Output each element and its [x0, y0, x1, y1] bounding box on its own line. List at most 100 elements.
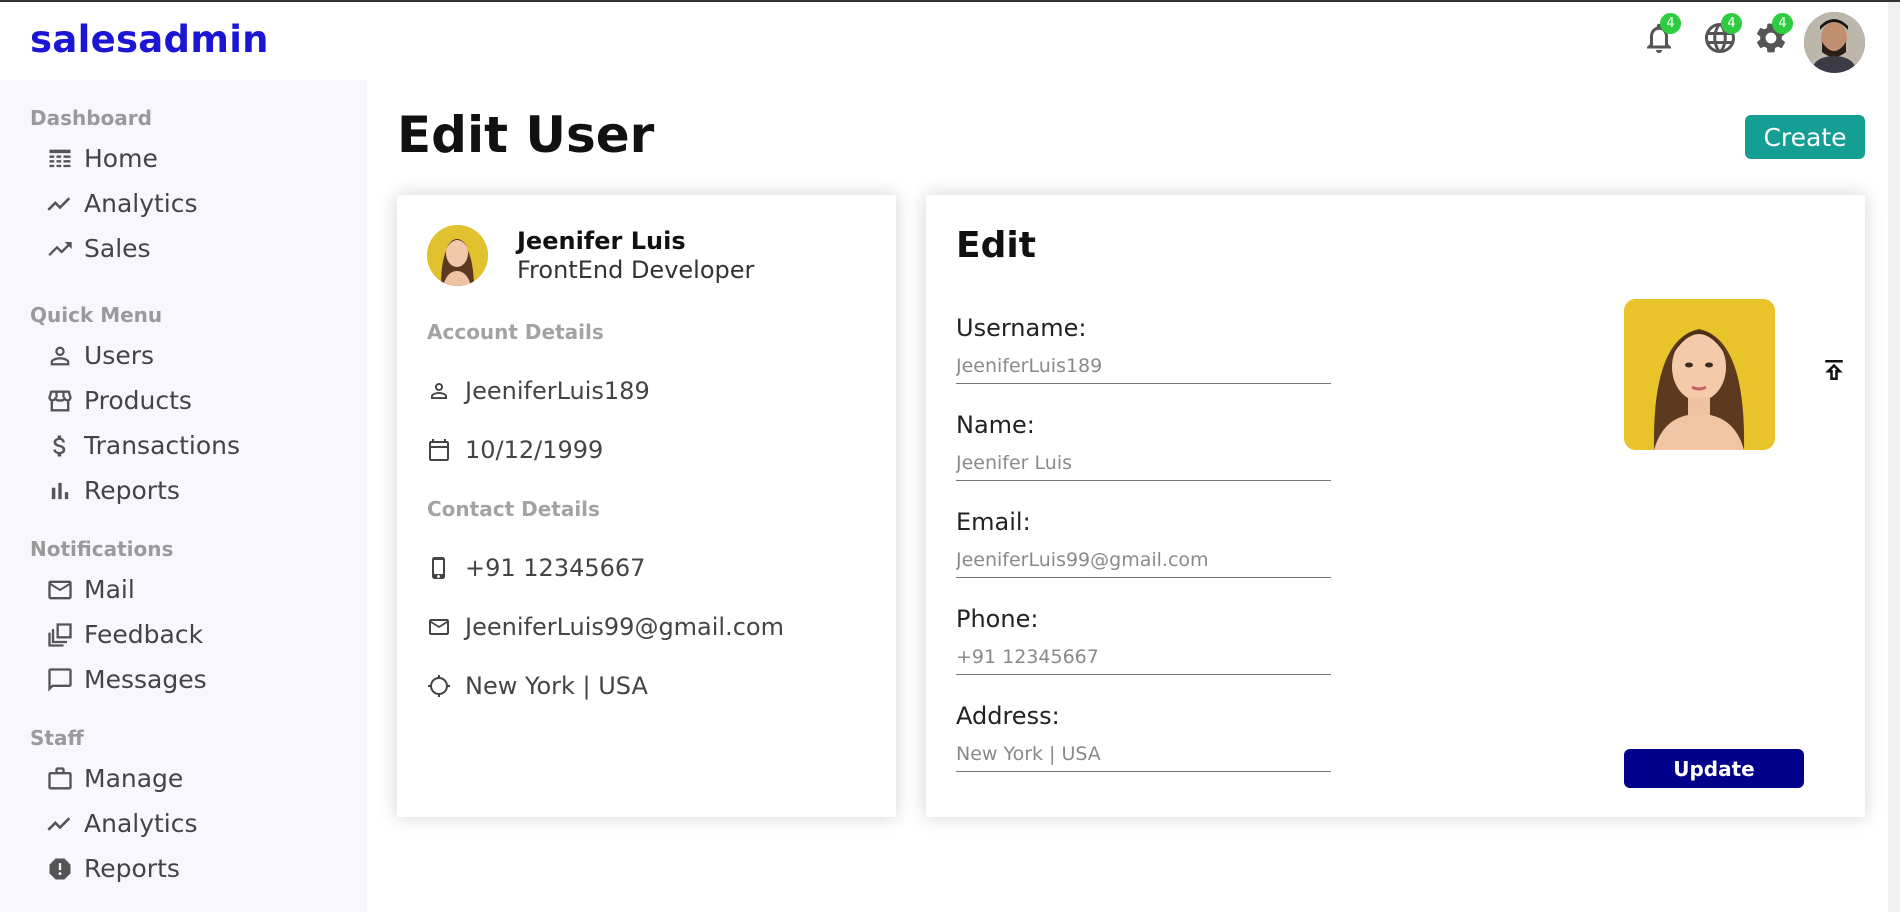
user-address-row: New York | USA: [427, 672, 648, 700]
sidebar-group-title: Staff: [30, 726, 84, 750]
sidebar-group-quick-menu: Quick Menu Users Products Transactions R…: [30, 303, 240, 513]
settings-badge: 4: [1772, 13, 1793, 34]
address-input[interactable]: [956, 730, 1331, 772]
sidebar-item-feedback[interactable]: Feedback: [30, 612, 207, 657]
sidebar-item-label: Reports: [84, 854, 180, 883]
account-details-title: Account Details: [427, 320, 604, 344]
sidebar-item-sales[interactable]: Sales: [30, 226, 198, 271]
email-field: Email:: [956, 508, 1331, 578]
timeline-icon: [46, 810, 74, 838]
sidebar-item-label: Reports: [84, 476, 180, 505]
storefront-icon: [46, 387, 74, 415]
user-job-title: FrontEnd Developer: [517, 256, 755, 284]
user-email: JeeniferLuis99@gmail.com: [465, 613, 784, 641]
sidebar-item-label: Analytics: [84, 189, 198, 218]
user-avatar: [427, 225, 488, 286]
dollar-icon: [46, 432, 74, 460]
language-badge: 4: [1721, 13, 1742, 34]
sidebar-group-notifications: Notifications Mail Feedback Messages: [30, 537, 207, 702]
sidebar-item-transactions[interactable]: Transactions: [30, 423, 240, 468]
username-input[interactable]: [956, 342, 1331, 384]
user-phone-row: +91 12345667: [427, 554, 645, 582]
sidebar-item-mail[interactable]: Mail: [30, 567, 207, 612]
user-username: JeeniferLuis189: [465, 377, 650, 405]
settings-button[interactable]: 4: [1753, 13, 1793, 56]
dashboard-icon: [46, 145, 74, 173]
sidebar-item-label: Transactions: [84, 431, 241, 460]
sidebar-item-messages[interactable]: Messages: [30, 657, 207, 702]
upload-button[interactable]: [1819, 355, 1849, 385]
sidebar-item-label: Home: [84, 144, 158, 173]
sidebar-item-label: Users: [84, 341, 155, 370]
mail-icon: [46, 576, 74, 604]
language-button[interactable]: 4: [1702, 13, 1742, 56]
sidebar-item-users[interactable]: Users: [30, 333, 240, 378]
publish-icon: [1825, 360, 1843, 380]
user-edit-card: Edit Username: Name: Email: Phone: Addre…: [926, 195, 1865, 817]
notification-badge: 4: [1660, 13, 1681, 34]
profile-avatar[interactable]: [1804, 12, 1865, 73]
bar-chart-icon: [46, 477, 74, 505]
email-input[interactable]: [956, 536, 1331, 578]
address-label: Address:: [956, 702, 1060, 730]
sidebar-item-analytics[interactable]: Analytics: [30, 181, 198, 226]
person-icon: [427, 379, 451, 403]
calendar-icon: [427, 438, 451, 462]
work-icon: [46, 765, 74, 793]
user-show-card: Jeenifer Luis FrontEnd Developer Account…: [397, 195, 896, 817]
sidebar-group-title: Notifications: [30, 537, 174, 561]
email-label: Email:: [956, 508, 1031, 536]
timeline-icon: [46, 190, 74, 218]
page-title: Edit User: [397, 106, 655, 164]
page-scrollbar[interactable]: [1888, 2, 1900, 912]
user-username-row: JeeniferLuis189: [427, 377, 650, 405]
user-address: New York | USA: [465, 672, 648, 700]
sidebar-item-label: Analytics: [84, 809, 198, 838]
person-icon: [46, 342, 74, 370]
edit-title: Edit: [956, 225, 1036, 266]
sidebar-item-label: Sales: [84, 234, 151, 263]
update-button[interactable]: Update: [1624, 749, 1804, 788]
sidebar-group-title: Quick Menu: [30, 303, 163, 327]
sidebar-group-title: Dashboard: [30, 106, 152, 130]
name-field: Name:: [956, 411, 1331, 481]
name-input[interactable]: [956, 439, 1331, 481]
sidebar-group-staff: Staff Manage Analytics Reports: [30, 726, 198, 891]
user-birthdate-row: 10/12/1999: [427, 436, 603, 464]
sidebar-item-label: Mail: [84, 575, 135, 604]
sidebar-item-label: Feedback: [84, 620, 204, 649]
address-field: Address:: [956, 702, 1331, 772]
dynamic-feed-icon: [46, 621, 74, 649]
topbar: salesadmin 4 4 4: [0, 2, 1900, 80]
trending-up-icon: [46, 235, 74, 263]
report-icon: [46, 855, 74, 883]
username-label: Username:: [956, 314, 1087, 342]
notifications-button[interactable]: 4: [1641, 13, 1681, 56]
chat-bubble-icon: [46, 666, 74, 694]
create-button[interactable]: Create: [1745, 115, 1865, 159]
sidebar-item-products[interactable]: Products: [30, 378, 240, 423]
mail-icon: [427, 615, 451, 639]
sidebar-item-staff-reports[interactable]: Reports: [30, 846, 198, 891]
sidebar-item-home[interactable]: Home: [30, 136, 198, 181]
sidebar-item-reports[interactable]: Reports: [30, 468, 240, 513]
sidebar-item-label: Products: [84, 386, 192, 415]
sidebar: Dashboard Home Analytics Sales Quick Men…: [0, 80, 367, 912]
sidebar-item-staff-analytics[interactable]: Analytics: [30, 801, 198, 846]
user-email-row: JeeniferLuis99@gmail.com: [427, 613, 784, 641]
sidebar-item-label: Manage: [84, 764, 184, 793]
contact-details-title: Contact Details: [427, 497, 600, 521]
location-searching-icon: [427, 674, 451, 698]
username-field: Username:: [956, 314, 1331, 384]
profile-photo: [1804, 12, 1865, 73]
user-birthdate: 10/12/1999: [465, 436, 604, 464]
sidebar-group-dashboard: Dashboard Home Analytics Sales: [30, 106, 198, 271]
user-name: Jeenifer Luis: [517, 227, 686, 255]
phone-input[interactable]: [956, 633, 1331, 675]
phone-icon: [427, 556, 451, 580]
upload-preview-image: [1624, 299, 1775, 450]
app-logo[interactable]: salesadmin: [30, 18, 269, 61]
user-phone: +91 12345667: [465, 554, 646, 582]
sidebar-item-manage[interactable]: Manage: [30, 756, 198, 801]
sidebar-item-label: Messages: [84, 665, 207, 694]
